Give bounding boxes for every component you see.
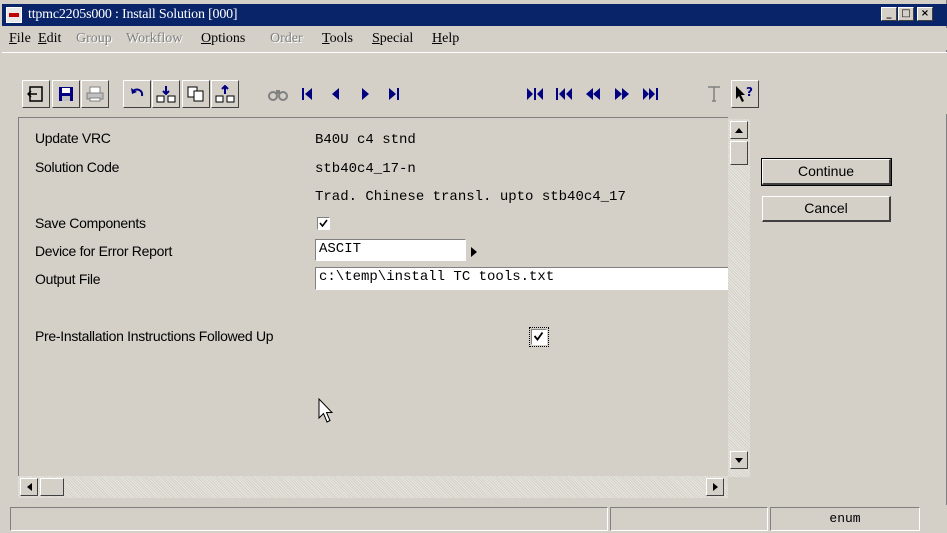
pre-install-checkbox[interactable]: [529, 327, 549, 347]
device-input[interactable]: ASCIT: [315, 239, 466, 261]
update-vrc-value: B40U c4 stnd: [315, 132, 416, 148]
close-button[interactable]: ×: [917, 7, 933, 21]
delete-record-icon[interactable]: [211, 80, 239, 108]
text-icon[interactable]: [700, 80, 728, 108]
copy-record-icon[interactable]: [182, 80, 210, 108]
menu-special[interactable]: Special: [372, 31, 413, 47]
last-record-icon[interactable]: [380, 80, 408, 108]
output-file-label: Output File: [35, 271, 101, 287]
scroll-right-button[interactable]: [706, 478, 724, 496]
title-bar[interactable]: ttpmc2205s000 : Install Solution [000] _…: [2, 4, 947, 26]
exit-icon[interactable]: [22, 80, 50, 108]
forward-icon[interactable]: [608, 80, 636, 108]
previous-set-icon[interactable]: [550, 80, 578, 108]
menu-tools[interactable]: Tools: [322, 31, 353, 47]
update-vrc-label: Update VRC: [35, 130, 111, 146]
mouse-pointer-icon: [318, 397, 334, 427]
scroll-left-button[interactable]: [20, 478, 38, 496]
save-components-checkbox[interactable]: [317, 217, 330, 230]
menu-workflow[interactable]: Workflow: [126, 31, 182, 47]
menu-help[interactable]: Help: [432, 31, 459, 47]
horizontal-scrollbar[interactable]: [18, 476, 728, 498]
menu-order[interactable]: Order: [270, 31, 303, 47]
output-file-input[interactable]: c:\temp\install TC tools.txt: [315, 267, 729, 290]
menu-file[interactable]: File: [9, 31, 31, 47]
first-record-icon[interactable]: [293, 80, 321, 108]
previous-record-icon[interactable]: [322, 80, 350, 108]
undo-icon[interactable]: [123, 80, 151, 108]
maximize-button[interactable]: □: [898, 7, 914, 21]
continue-button[interactable]: Continue: [761, 158, 892, 186]
vertical-scroll-thumb[interactable]: [730, 141, 748, 165]
vertical-scrollbar[interactable]: [728, 119, 750, 477]
app-icon[interactable]: [6, 7, 22, 23]
status-panel-info: [610, 507, 768, 531]
menu-bar: File Edit Group Workflow Options Order T…: [2, 28, 947, 50]
horizontal-scroll-thumb[interactable]: [40, 478, 64, 496]
status-bar: enum: [2, 505, 947, 533]
scroll-up-button[interactable]: [730, 121, 748, 139]
print-icon[interactable]: [81, 80, 109, 108]
device-label: Device for Error Report: [35, 243, 173, 259]
menu-edit[interactable]: Edit: [38, 31, 61, 47]
pre-install-label: Pre-Installation Instructions Followed U…: [35, 328, 274, 344]
cancel-button[interactable]: Cancel: [762, 196, 891, 222]
toolbar: ?: [2, 52, 947, 114]
status-panel-message: [10, 507, 608, 531]
window-title: ttpmc2205s000 : Install Solution [000]: [28, 7, 238, 22]
rewind-icon[interactable]: [579, 80, 607, 108]
context-help-icon[interactable]: ?: [731, 80, 759, 108]
insert-record-icon[interactable]: [152, 80, 180, 108]
scroll-down-button[interactable]: [730, 451, 748, 469]
find-icon[interactable]: [264, 80, 292, 108]
next-record-icon[interactable]: [351, 80, 379, 108]
menu-options[interactable]: Options: [201, 31, 245, 47]
save-icon[interactable]: [52, 80, 80, 108]
first-set-icon[interactable]: [521, 80, 549, 108]
solution-code-label: Solution Code: [35, 159, 120, 175]
form-panel: Update VRC B40U c4 stnd Solution Code st…: [18, 117, 729, 477]
svg-text:?: ?: [746, 85, 753, 99]
menu-group[interactable]: Group: [76, 31, 112, 47]
device-zoom-arrow-icon[interactable]: [471, 245, 477, 260]
status-panel-type: enum: [770, 507, 920, 531]
minimize-button[interactable]: _: [881, 7, 897, 21]
last-set-icon[interactable]: [637, 80, 665, 108]
save-components-label: Save Components: [35, 215, 146, 231]
application-window: ttpmc2205s000 : Install Solution [000] _…: [0, 0, 947, 533]
solution-description: Trad. Chinese transl. upto stb40c4_17: [315, 189, 626, 205]
solution-code-value: stb40c4_17-n: [315, 161, 416, 177]
